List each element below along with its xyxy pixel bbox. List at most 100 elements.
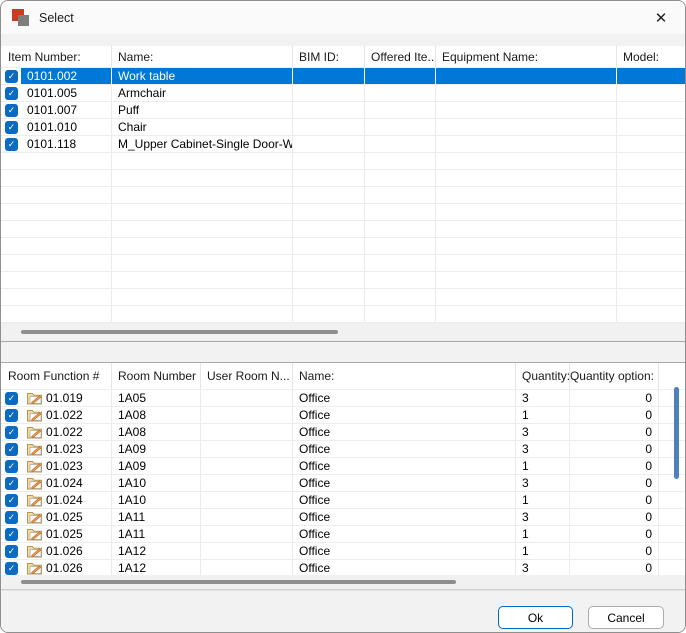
items-table-empty-row[interactable] — [1, 306, 686, 323]
items-table-empty-row[interactable] — [1, 170, 686, 187]
close-icon[interactable]: ✕ — [645, 1, 677, 34]
rooms-table-row[interactable]: ✓01.0221A08Office30 — [1, 424, 686, 441]
cell — [436, 170, 617, 186]
row-checkbox[interactable]: ✓ — [5, 87, 18, 100]
rooms-table-row[interactable]: ✓01.0231A09Office10 — [1, 458, 686, 475]
row-checkbox[interactable]: ✓ — [5, 70, 18, 83]
row-checkbox[interactable]: ✓ — [5, 443, 18, 456]
items-table-empty-row[interactable] — [1, 272, 686, 289]
cell: 3 — [516, 475, 570, 491]
items-table-empty-row[interactable] — [1, 221, 686, 238]
cell — [365, 255, 436, 271]
column-header-model[interactable]: Model: — [617, 46, 686, 67]
row-cells — [21, 187, 686, 204]
cell — [293, 255, 365, 271]
items-table-empty-row[interactable] — [1, 204, 686, 221]
column-header-name[interactable]: Name: — [112, 46, 293, 67]
column-header-quantity[interactable]: Quantity: — [516, 363, 570, 389]
cell — [112, 272, 293, 288]
row-checkbox[interactable]: ✓ — [5, 511, 18, 524]
row-checkbox[interactable]: ✓ — [5, 426, 18, 439]
ok-button[interactable]: Ok — [498, 606, 573, 629]
cell: Office — [293, 424, 516, 440]
column-header-quantity-option[interactable]: Quantity option: — [570, 363, 659, 389]
cell: 3 — [516, 390, 570, 406]
cell — [617, 187, 686, 203]
row-checkbox[interactable]: ✓ — [5, 409, 18, 422]
cell — [365, 170, 436, 186]
cell — [201, 390, 293, 406]
cell — [617, 238, 686, 254]
row-checkbox[interactable]: ✓ — [5, 121, 18, 134]
cell: 01.025 — [21, 526, 112, 542]
items-table-empty-row[interactable] — [1, 187, 686, 204]
cell — [436, 221, 617, 237]
rooms-vscrollbar-thumb[interactable] — [674, 387, 679, 479]
cell: 0 — [570, 492, 659, 508]
window-title: Select — [39, 11, 74, 25]
checkbox-cell: ✓ — [1, 441, 21, 458]
rooms-table-row[interactable]: ✓01.0221A08Office10 — [1, 407, 686, 424]
cell — [617, 170, 686, 186]
items-hscrollbar-thumb[interactable] — [21, 330, 338, 334]
cell — [436, 153, 617, 169]
row-checkbox[interactable]: ✓ — [5, 392, 18, 405]
rooms-hscrollbar-track[interactable] — [1, 575, 686, 589]
row-checkbox[interactable]: ✓ — [5, 477, 18, 490]
cancel-button[interactable]: Cancel — [588, 606, 664, 629]
rooms-table-row[interactable]: ✓01.0241A10Office30 — [1, 475, 686, 492]
row-checkbox[interactable]: ✓ — [5, 545, 18, 558]
items-hscrollbar-track[interactable] — [1, 323, 686, 341]
row-cells — [21, 204, 686, 221]
column-header-user-room-name[interactable]: User Room N... — [201, 363, 293, 389]
row-checkbox[interactable]: ✓ — [5, 460, 18, 473]
cell — [617, 102, 686, 118]
row-checkbox[interactable]: ✓ — [5, 528, 18, 541]
cell — [659, 526, 686, 542]
row-checkbox[interactable]: ✓ — [5, 138, 18, 151]
cell: 01.024 — [21, 492, 112, 508]
cell — [201, 475, 293, 491]
rooms-table-row[interactable]: ✓01.0251A11Office30 — [1, 509, 686, 526]
cell: Armchair — [112, 85, 293, 101]
cell: 01.019 — [21, 390, 112, 406]
row-checkbox[interactable]: ✓ — [5, 494, 18, 507]
column-header-bim-id[interactable]: BIM ID: — [293, 46, 365, 67]
cell: 3 — [516, 560, 570, 576]
rooms-hscrollbar-thumb[interactable] — [21, 580, 456, 584]
cell: 0 — [570, 475, 659, 491]
column-header-room-name[interactable]: Name: — [293, 363, 516, 389]
rooms-table-row[interactable]: ✓01.0251A11Office10 — [1, 526, 686, 543]
items-table-row[interactable]: ✓0101.005Armchair — [1, 85, 686, 102]
cell: 0101.002 — [21, 68, 112, 84]
cell — [201, 492, 293, 508]
cell — [365, 238, 436, 254]
cell: 0101.010 — [21, 119, 112, 135]
app-icon — [12, 9, 30, 27]
column-header-item-number[interactable]: Item Number: — [1, 46, 112, 67]
row-cells: 01.0191A05Office30 — [21, 390, 686, 407]
cell: Office — [293, 475, 516, 491]
items-table-row[interactable]: ✓0101.118M_Upper Cabinet-Single Door-W..… — [1, 136, 686, 153]
row-checkbox[interactable]: ✓ — [5, 104, 18, 117]
items-table-header: Item Number: Name: BIM ID: Offered Ite..… — [1, 46, 686, 68]
items-table-row[interactable]: ✓0101.002Work table — [1, 68, 686, 85]
items-table-empty-row[interactable] — [1, 255, 686, 272]
rooms-table-row[interactable]: ✓01.0241A10Office10 — [1, 492, 686, 509]
checkbox-cell — [1, 221, 21, 238]
cell — [365, 119, 436, 135]
column-header-equipment-name[interactable]: Equipment Name: — [436, 46, 617, 67]
row-checkbox[interactable]: ✓ — [5, 562, 18, 575]
cell: 0 — [570, 526, 659, 542]
rooms-table-row[interactable]: ✓01.0191A05Office30 — [1, 390, 686, 407]
items-table-empty-row[interactable] — [1, 238, 686, 255]
items-table-empty-row[interactable] — [1, 153, 686, 170]
rooms-table-row[interactable]: ✓01.0261A12Office10 — [1, 543, 686, 560]
column-header-room-number[interactable]: Room Number — [112, 363, 201, 389]
items-table-empty-row[interactable] — [1, 289, 686, 306]
column-header-offered-item[interactable]: Offered Ite... — [365, 46, 436, 67]
rooms-table-row[interactable]: ✓01.0231A09Office30 — [1, 441, 686, 458]
items-table-row[interactable]: ✓0101.007Puff — [1, 102, 686, 119]
column-header-room-function[interactable]: Room Function # — [1, 363, 112, 389]
items-table-row[interactable]: ✓0101.010Chair — [1, 119, 686, 136]
